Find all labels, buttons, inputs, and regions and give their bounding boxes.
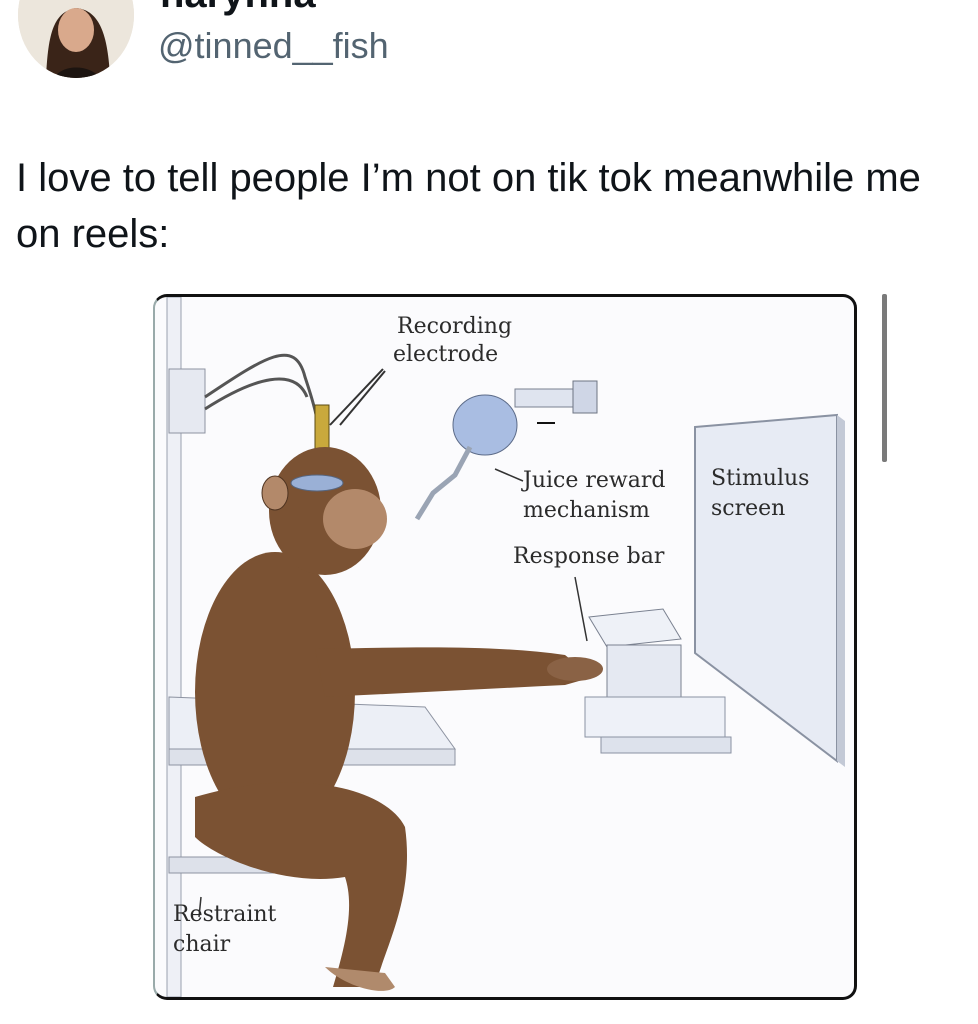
tweet-image[interactable]: Recording electrode Juice reward mechani… (153, 294, 857, 1000)
label-electrode: electrode (393, 342, 499, 367)
label-restraint: Restraint (173, 902, 277, 927)
label-mechanism: mechanism (523, 498, 650, 523)
avatar-photo (18, 0, 134, 78)
monkey-experiment-illustration (166, 297, 845, 997)
label-recording: Recording (397, 314, 513, 339)
label-juice-reward: Juice reward (523, 468, 666, 493)
label-screen: screen (711, 496, 786, 521)
tweet-text: I love to tell people I’m not on tik tok… (16, 156, 921, 256)
user-handle[interactable]: @tinned__fish (158, 26, 389, 66)
label-response-bar: Response bar (513, 544, 665, 569)
label-stimulus: Stimulus (711, 466, 810, 491)
avatar[interactable] (18, 0, 134, 78)
scrollbar[interactable] (882, 294, 887, 462)
label-chair: chair (173, 932, 231, 957)
display-name[interactable]: harynna (160, 0, 316, 14)
